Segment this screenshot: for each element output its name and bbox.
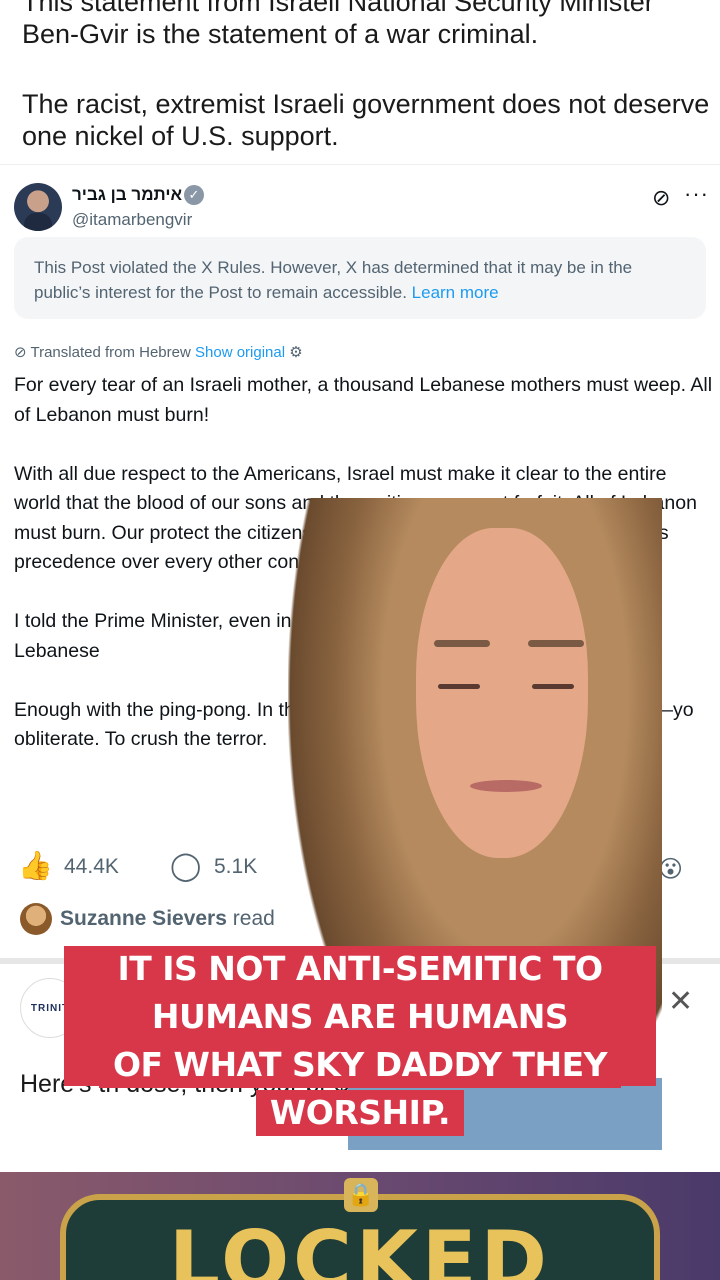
lock-icon: 🔒 [344, 1178, 378, 1212]
presenter-mouth [470, 780, 542, 792]
like-count: 44.4K [64, 855, 119, 878]
video-caption: It is not anti-Semitic to believe humans… [64, 946, 656, 1138]
locked-label: LOCKED [169, 1214, 551, 1280]
translation-bar: ⊘ Translated from Hebrew Show original ⚙ [14, 343, 303, 361]
reader-avatar [20, 903, 52, 935]
close-icon[interactable]: ✕ [668, 984, 693, 1019]
caption-line: of what sky daddy they [98, 1042, 622, 1088]
rules-violation-notice: This Post violated the X Rules. However,… [14, 237, 706, 319]
locked-banner: 🔒 LOCKED [0, 1172, 720, 1280]
statement-line-2: The racist, extremist Israeli government… [22, 89, 710, 151]
presenter-brow [528, 640, 584, 647]
statement-line-1: This statement from Israeli National Sec… [22, 0, 654, 49]
settings-gear-icon[interactable]: ⚙ [289, 344, 302, 361]
presenter-face [416, 528, 588, 858]
reader-suffix: read [232, 907, 275, 930]
more-options-icon[interactable]: ··· [684, 181, 709, 207]
reader-line: Suzanne Sievers read [60, 907, 275, 931]
author-handle[interactable]: @itamarbengvir [72, 210, 192, 230]
notice-text: This Post violated the X Rules. However,… [34, 258, 633, 302]
learn-more-link[interactable]: Learn more [412, 283, 499, 302]
caption-line: worship. [255, 1090, 465, 1136]
statement-section: This statement from Israeli National Sec… [0, 0, 720, 162]
reply-count: 5.1K [214, 855, 258, 878]
verified-badge-icon: ✓ [184, 185, 204, 205]
show-original-link[interactable]: Show original [195, 344, 285, 361]
presenter-eye [532, 684, 574, 689]
grok-icon[interactable]: ⊘ [652, 185, 670, 211]
presenter-brow [434, 640, 490, 647]
reply-icon[interactable]: ◯ [170, 849, 201, 882]
reader-name: Suzanne Sievers [60, 907, 227, 930]
translate-icon: ⊘ [14, 344, 27, 361]
author-name[interactable]: איתמר בן גביר [72, 185, 182, 205]
author-avatar[interactable] [14, 183, 62, 231]
presenter-eye [438, 684, 480, 689]
post-paragraph: For every tear of an Israeli mother, a t… [14, 374, 713, 426]
translated-label: Translated from Hebrew [30, 344, 191, 361]
like-icon[interactable]: 👍 [18, 849, 53, 882]
